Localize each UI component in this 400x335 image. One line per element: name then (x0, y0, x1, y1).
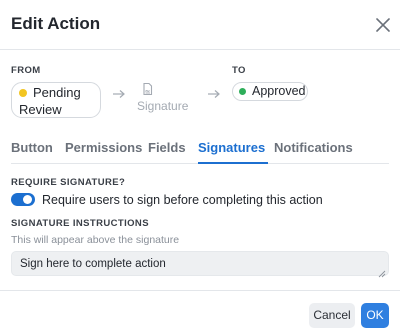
tab-signatures[interactable]: Signatures (198, 140, 265, 155)
signature-instructions-helper: This will appear above the signature (11, 234, 180, 246)
active-tab-indicator (198, 162, 268, 164)
tab-notifications[interactable]: Notifications (274, 140, 353, 155)
tab-permissions[interactable]: Permissions (65, 140, 142, 155)
to-state-label: Approved (252, 84, 306, 98)
edit-action-dialog: Edit Action FROM TO Pending Review Signa (0, 0, 400, 335)
dialog-header: Edit Action (0, 0, 400, 50)
from-state-pill[interactable]: Pending Review (11, 82, 101, 118)
from-label: FROM (11, 65, 41, 76)
signature-instructions-value: Sign here to complete action (20, 258, 166, 270)
signature-instructions-textarea[interactable]: Sign here to complete action (11, 251, 389, 278)
arrow-right-icon (207, 86, 221, 98)
signature-instructions-label: SIGNATURE INSTRUCTIONS (11, 218, 149, 229)
status-dot-approved (239, 88, 246, 95)
tab-bar: Button Permissions Fields Signatures Not… (11, 137, 389, 164)
signature-step: Signature (137, 82, 189, 118)
require-signature-label: REQUIRE SIGNATURE? (11, 177, 126, 188)
toggle-knob (23, 195, 32, 204)
resize-grip-icon[interactable] (378, 265, 386, 278)
dialog-title: Edit Action (11, 14, 101, 33)
from-state-line2: Review (19, 102, 62, 117)
tab-fields[interactable]: Fields (148, 140, 186, 155)
close-icon[interactable] (372, 14, 394, 36)
arrow-right-icon (112, 86, 126, 98)
require-signature-text: Require users to sign before completing … (42, 193, 323, 207)
tab-button[interactable]: Button (11, 140, 53, 155)
signature-icon (141, 82, 155, 96)
from-state-line1: Pending (33, 85, 81, 100)
to-state-pill[interactable]: Approved (232, 82, 308, 101)
ok-button[interactable]: OK (361, 303, 389, 328)
require-signature-toggle[interactable] (11, 193, 35, 206)
to-label: TO (232, 65, 246, 76)
cancel-button[interactable]: Cancel (309, 303, 355, 328)
status-dot-pending (19, 89, 27, 97)
footer-divider (0, 290, 400, 291)
signature-step-label: Signature (137, 99, 189, 113)
